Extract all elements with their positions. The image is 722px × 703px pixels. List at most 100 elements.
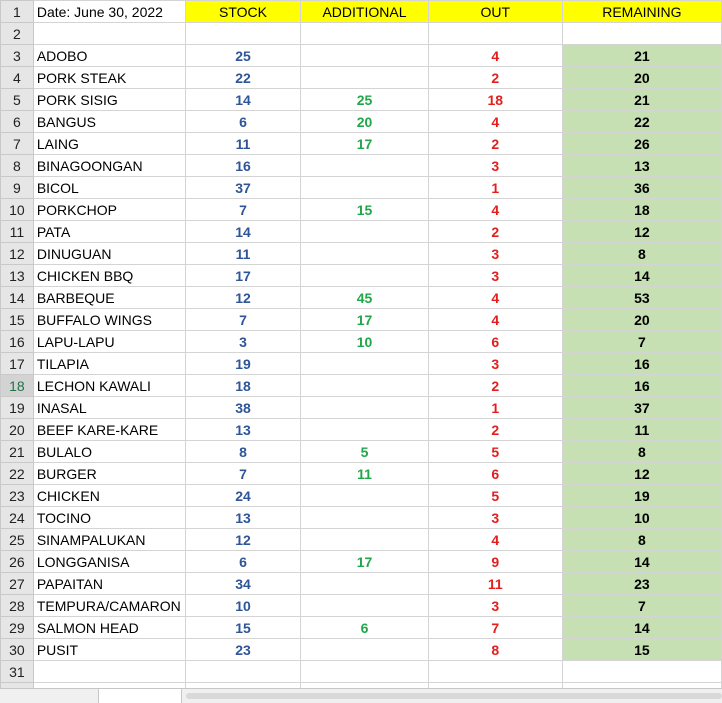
item-name-cell[interactable]: TEMPURA/CAMARON <box>32 594 186 617</box>
cell[interactable] <box>32 660 186 683</box>
row-header[interactable]: 2 <box>0 22 34 45</box>
item-name-cell[interactable]: BURGER <box>32 462 186 485</box>
out-cell[interactable]: 2 <box>427 66 563 89</box>
stock-cell[interactable]: 7 <box>184 308 302 331</box>
item-name-cell[interactable]: BANGUS <box>32 110 186 133</box>
stock-cell[interactable]: 34 <box>184 572 302 595</box>
remaining-cell[interactable]: 14 <box>561 550 722 573</box>
out-cell[interactable]: 5 <box>427 484 563 507</box>
cell[interactable] <box>561 22 722 45</box>
row-header[interactable]: 29 <box>0 616 34 639</box>
stock-cell[interactable]: 7 <box>184 462 302 485</box>
out-cell[interactable]: 2 <box>427 418 563 441</box>
remaining-cell[interactable]: 7 <box>561 594 722 617</box>
out-cell[interactable]: 11 <box>427 572 563 595</box>
remaining-cell[interactable]: 21 <box>561 44 722 67</box>
cell[interactable] <box>184 22 302 45</box>
additional-cell[interactable] <box>300 638 429 661</box>
additional-cell[interactable]: 17 <box>300 550 429 573</box>
item-name-cell[interactable]: CHICKEN <box>32 484 186 507</box>
remaining-cell[interactable]: 14 <box>561 264 722 287</box>
remaining-cell[interactable]: 18 <box>561 198 722 221</box>
item-name-cell[interactable]: BEEF KARE-KARE <box>32 418 186 441</box>
additional-cell[interactable] <box>300 44 429 67</box>
item-name-cell[interactable]: SALMON HEAD <box>32 616 186 639</box>
remaining-cell[interactable]: 16 <box>561 352 722 375</box>
out-cell[interactable]: 3 <box>427 242 563 265</box>
cell[interactable] <box>561 660 722 683</box>
additional-cell[interactable]: 17 <box>300 308 429 331</box>
item-name-cell[interactable]: TOCINO <box>32 506 186 529</box>
item-name-cell[interactable]: INASAL <box>32 396 186 419</box>
additional-cell[interactable] <box>300 572 429 595</box>
item-name-cell[interactable]: TILAPIA <box>32 352 186 375</box>
date-cell[interactable]: Date: June 30, 2022 <box>32 0 186 23</box>
row-header[interactable]: 19 <box>0 396 34 419</box>
remaining-cell[interactable]: 14 <box>561 616 722 639</box>
remaining-cell[interactable]: 26 <box>561 132 722 155</box>
additional-cell[interactable] <box>300 220 429 243</box>
out-cell[interactable]: 3 <box>427 506 563 529</box>
row-header[interactable]: 6 <box>0 110 34 133</box>
out-cell[interactable]: 2 <box>427 374 563 397</box>
out-cell[interactable]: 4 <box>427 110 563 133</box>
row-header[interactable]: 11 <box>0 220 34 243</box>
stock-cell[interactable]: 22 <box>184 66 302 89</box>
remaining-cell[interactable]: 13 <box>561 154 722 177</box>
additional-cell[interactable]: 17 <box>300 132 429 155</box>
remaining-cell[interactable]: 12 <box>561 220 722 243</box>
row-header[interactable]: 15 <box>0 308 34 331</box>
remaining-cell[interactable]: 8 <box>561 440 722 463</box>
out-cell[interactable]: 4 <box>427 44 563 67</box>
stock-cell[interactable]: 13 <box>184 418 302 441</box>
remaining-cell[interactable]: 12 <box>561 462 722 485</box>
row-header[interactable]: 23 <box>0 484 34 507</box>
row-header[interactable]: 20 <box>0 418 34 441</box>
out-cell[interactable]: 1 <box>427 176 563 199</box>
row-header[interactable]: 17 <box>0 352 34 375</box>
item-name-cell[interactable]: BINAGOONGAN <box>32 154 186 177</box>
item-name-cell[interactable]: PUSIT <box>32 638 186 661</box>
stock-cell[interactable]: 13 <box>184 506 302 529</box>
row-header[interactable]: 10 <box>0 198 34 221</box>
item-name-cell[interactable]: BUFFALO WINGS <box>32 308 186 331</box>
remaining-cell[interactable]: 20 <box>561 308 722 331</box>
additional-cell[interactable]: 45 <box>300 286 429 309</box>
remaining-cell[interactable]: 19 <box>561 484 722 507</box>
row-header[interactable]: 21 <box>0 440 34 463</box>
stock-cell[interactable]: 38 <box>184 396 302 419</box>
out-cell[interactable]: 2 <box>427 220 563 243</box>
additional-cell[interactable] <box>300 594 429 617</box>
additional-cell[interactable] <box>300 242 429 265</box>
additional-cell[interactable]: 25 <box>300 88 429 111</box>
item-name-cell[interactable]: LECHON KAWALI <box>32 374 186 397</box>
out-cell[interactable]: 3 <box>427 264 563 287</box>
row-header[interactable]: 22 <box>0 462 34 485</box>
row-header[interactable]: 26 <box>0 550 34 573</box>
additional-cell[interactable]: 15 <box>300 198 429 221</box>
additional-cell[interactable]: 11 <box>300 462 429 485</box>
additional-cell[interactable]: 6 <box>300 616 429 639</box>
stock-cell[interactable]: 18 <box>184 374 302 397</box>
out-cell[interactable]: 3 <box>427 154 563 177</box>
remaining-cell[interactable]: 23 <box>561 572 722 595</box>
row-header[interactable]: 9 <box>0 176 34 199</box>
out-cell[interactable]: 4 <box>427 198 563 221</box>
stock-cell[interactable]: 6 <box>184 110 302 133</box>
additional-cell[interactable] <box>300 528 429 551</box>
stock-cell[interactable]: 19 <box>184 352 302 375</box>
out-cell[interactable]: 2 <box>427 132 563 155</box>
row-header[interactable]: 5 <box>0 88 34 111</box>
remaining-cell[interactable]: 11 <box>561 418 722 441</box>
stock-cell[interactable]: 14 <box>184 88 302 111</box>
item-name-cell[interactable]: DINUGUAN <box>32 242 186 265</box>
stock-cell[interactable]: 11 <box>184 242 302 265</box>
item-name-cell[interactable]: PAPAITAN <box>32 572 186 595</box>
stock-cell[interactable]: 37 <box>184 176 302 199</box>
item-name-cell[interactable]: LAING <box>32 132 186 155</box>
row-header[interactable]: 14 <box>0 286 34 309</box>
additional-cell[interactable] <box>300 418 429 441</box>
stock-cell[interactable]: 14 <box>184 220 302 243</box>
row-header[interactable]: 8 <box>0 154 34 177</box>
item-name-cell[interactable]: PATA <box>32 220 186 243</box>
